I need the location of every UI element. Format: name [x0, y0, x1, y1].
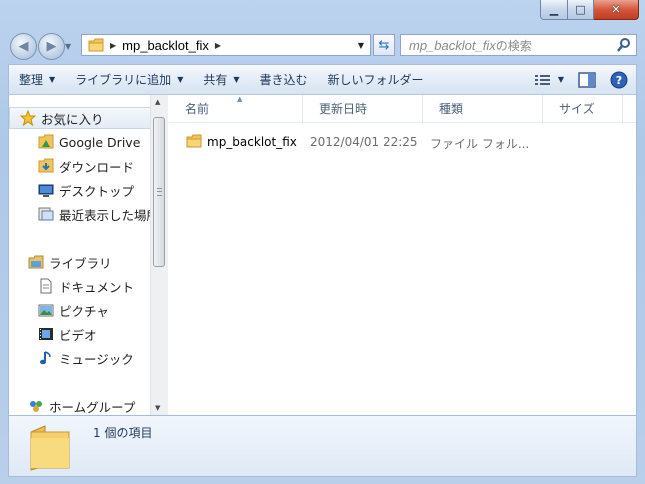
svg-text:?: ?: [616, 74, 622, 87]
help-icon[interactable]: ?: [610, 71, 628, 89]
search-icon[interactable]: [616, 37, 632, 53]
toolbar-right: ▼ ?: [534, 65, 628, 94]
address-path[interactable]: mp_backlot_fix: [122, 38, 209, 53]
maximize-icon: □: [575, 3, 586, 16]
sidebar-item-label: ダウンロード: [59, 159, 135, 175]
minimize-icon: ▁: [549, 3, 559, 16]
column-header-type[interactable]: 種類: [423, 95, 543, 122]
refresh-icon: ⇆: [378, 37, 390, 53]
column-header-modified[interactable]: 更新日時: [303, 95, 423, 122]
breadcrumb-separator-icon[interactable]: ▶: [110, 41, 116, 50]
recent-pages-dropdown[interactable]: ▼: [65, 42, 71, 51]
sidebar-item-label: ピクチャ: [59, 303, 109, 319]
music-note-icon: [40, 351, 51, 365]
documents-icon: [40, 278, 52, 294]
sidebar-item-label: お気に入り: [41, 111, 104, 127]
recent-places-icon: [38, 207, 54, 221]
sidebar-item-homegroup[interactable]: ホームグループ: [9, 395, 151, 415]
close-icon: ✕: [611, 3, 621, 16]
organize-menu[interactable]: 整理 ▼: [9, 65, 65, 94]
burn-button[interactable]: 書き込む: [250, 65, 318, 94]
videos-icon: [39, 328, 53, 340]
chevron-down-icon: ▼: [49, 75, 56, 84]
sidebar-item-videos[interactable]: ビデオ: [9, 323, 151, 345]
sidebar-item-recent-places[interactable]: 最近表示した場所: [9, 203, 151, 225]
libraries-icon: [28, 255, 44, 269]
navigation-bar: ◀ ▶ ▼ ▶ mp_backlot_fix ▶ ▼ ⇆ mp_backlot_…: [8, 32, 637, 60]
back-button[interactable]: ◀: [10, 33, 37, 60]
column-header-size[interactable]: サイズ: [543, 95, 623, 122]
file-row[interactable]: mp_backlot_fix 2012/04/01 22:25 ファイル フォル…: [169, 131, 639, 153]
burn-label: 書き込む: [259, 73, 308, 87]
sidebar-item-label: ホームグループ: [49, 399, 136, 415]
folder-icon: [88, 38, 104, 52]
new-folder-button[interactable]: 新しいフォルダー: [318, 65, 434, 94]
sidebar-item-label: 最近表示した場所: [59, 207, 151, 223]
details-pane: 1 個の項目: [8, 415, 637, 477]
organize-label: 整理: [19, 73, 44, 87]
homegroup-icon: [30, 401, 42, 412]
large-folder-icon: [30, 425, 70, 471]
new-folder-label: 新しいフォルダー: [327, 73, 424, 87]
navigation-scrollbar[interactable]: ▲ ▼: [150, 95, 168, 415]
sidebar-item-documents[interactable]: ドキュメント: [9, 275, 151, 297]
share-menu[interactable]: 共有 ▼: [193, 65, 249, 94]
google-drive-folder-icon: [38, 134, 54, 149]
scroll-up-icon[interactable]: ▲: [155, 98, 160, 106]
main-content: お気に入り Google Drive ダウンロード デスクトップ 最近表示した場…: [8, 95, 637, 415]
share-label: 共有: [203, 73, 228, 87]
search-input[interactable]: mp_backlot_fixの検索: [400, 34, 637, 56]
breadcrumb-separator-icon[interactable]: ▶: [215, 41, 221, 50]
minimize-button[interactable]: ▁: [540, 0, 568, 20]
sidebar-item-label: ドキュメント: [59, 279, 135, 295]
address-bar[interactable]: ▶ mp_backlot_fix ▶ ▼: [81, 34, 371, 56]
back-arrow-icon: ◀: [18, 39, 29, 54]
scrollbar-thumb[interactable]: [153, 117, 165, 267]
preview-pane-icon[interactable]: [578, 71, 596, 88]
refresh-button[interactable]: ⇆: [373, 34, 395, 56]
scroll-down-icon[interactable]: ▼: [155, 404, 160, 412]
view-options-icon[interactable]: [534, 73, 552, 87]
sidebar-item-libraries[interactable]: ライブラリ: [9, 251, 151, 273]
downloads-folder-icon: [38, 158, 54, 173]
file-list: ▲ 名前 更新日時 種類 サイズ mp_backlot_fix 2012/04/…: [169, 95, 636, 415]
command-toolbar: 整理 ▼ ライブラリに追加 ▼ 共有 ▼ 書き込む 新しいフォルダー ▼ ?: [8, 64, 637, 95]
forward-arrow-icon: ▶: [46, 39, 57, 54]
search-placeholder: mp_backlot_fixの検索: [409, 37, 532, 53]
pictures-icon: [38, 304, 54, 317]
sidebar-item-pictures[interactable]: ピクチャ: [9, 299, 151, 321]
caption-buttons: ▁ □ ✕: [540, 0, 639, 20]
sidebar-item-downloads[interactable]: ダウンロード: [9, 155, 151, 177]
sidebar-item-desktop[interactable]: デスクトップ: [9, 179, 151, 201]
folder-icon: [186, 134, 202, 148]
sidebar-item-label: デスクトップ: [59, 183, 135, 199]
view-options-dropdown-icon[interactable]: ▼: [558, 75, 564, 84]
desktop-icon: [38, 184, 54, 197]
forward-button[interactable]: ▶: [38, 33, 65, 60]
close-button[interactable]: ✕: [594, 0, 639, 20]
explorer-window: ▁ □ ✕ ◀ ▶ ▼ ▶ mp_backlot_fix ▶ ▼ ⇆ mp_ba…: [0, 0, 645, 484]
sidebar-item-label: ミュージック: [59, 351, 134, 367]
add-to-library-label: ライブラリに追加: [75, 73, 172, 87]
file-modified: 2012/04/01 22:25: [310, 135, 418, 149]
file-type: ファイル フォル...: [430, 137, 530, 151]
maximize-button[interactable]: □: [568, 0, 594, 20]
sidebar-item-label: Google Drive: [59, 134, 141, 150]
sidebar-item-music[interactable]: ミュージック: [9, 347, 151, 369]
address-dropdown-icon[interactable]: ▼: [358, 41, 364, 50]
sidebar-item-label: ライブラリ: [49, 255, 112, 271]
column-header-row: ▲ 名前 更新日時 種類 サイズ: [169, 95, 636, 123]
sidebar-item-label: ビデオ: [59, 327, 97, 343]
file-name[interactable]: mp_backlot_fix: [207, 135, 297, 149]
sidebar-item-google-drive[interactable]: Google Drive: [9, 131, 151, 153]
chevron-down-icon: ▼: [233, 75, 240, 84]
navigation-pane: お気に入り Google Drive ダウンロード デスクトップ 最近表示した場…: [9, 95, 151, 415]
star-icon: [20, 110, 36, 126]
sidebar-item-favorites[interactable]: お気に入り: [9, 107, 151, 129]
column-header-name[interactable]: 名前: [169, 95, 303, 122]
add-to-library-menu[interactable]: ライブラリに追加 ▼: [65, 65, 193, 94]
chevron-down-icon: ▼: [177, 75, 184, 84]
item-count: 1 個の項目: [93, 426, 153, 440]
